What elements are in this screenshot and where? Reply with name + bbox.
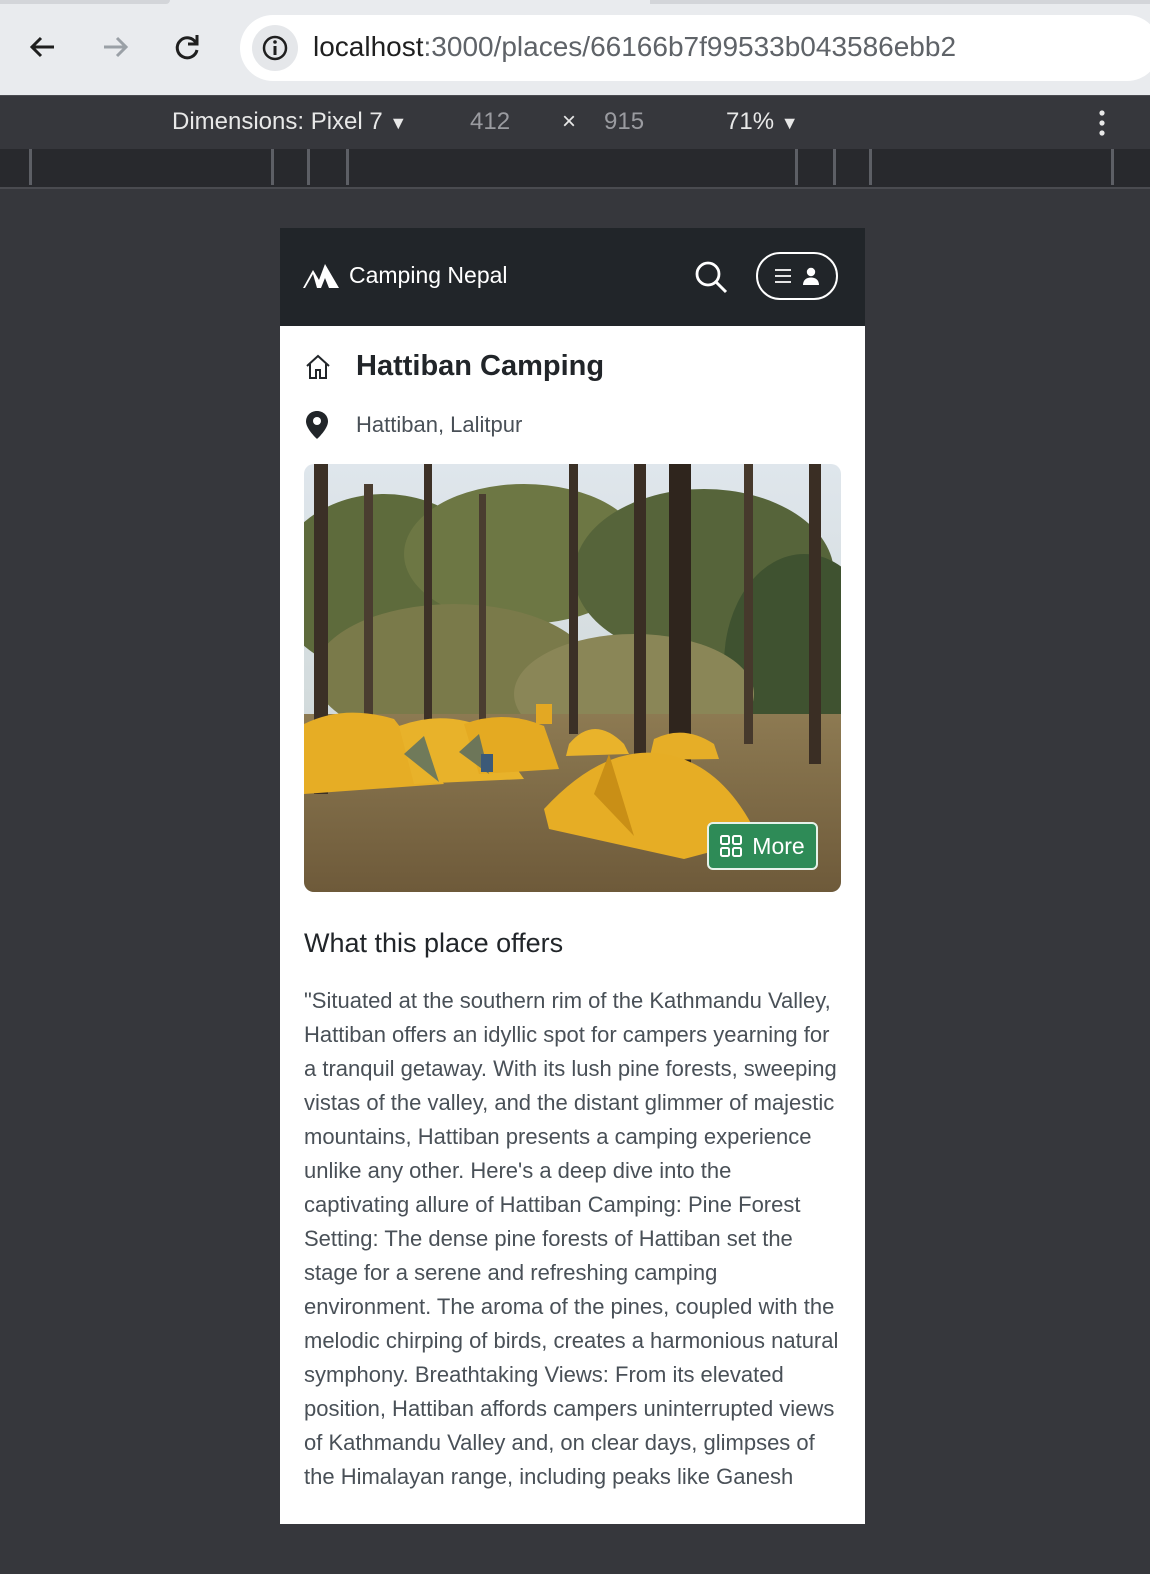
page-title: Hattiban Camping — [356, 350, 605, 382]
hamburger-icon — [775, 269, 791, 283]
arrow-right-icon — [104, 36, 129, 58]
address-bar[interactable]: localhost:3000/places/66166b7f99533b0435… — [240, 15, 1150, 81]
user-menu-button[interactable] — [756, 252, 838, 300]
ruler-tick — [833, 149, 836, 185]
offers-heading: What this place offers — [304, 928, 564, 958]
arrow-left-icon — [29, 36, 54, 58]
ruler-tick — [795, 149, 798, 185]
ruler-tick — [869, 149, 872, 185]
zoom-select[interactable]: 71% ▼ — [726, 108, 799, 136]
device-viewport: Camping Nepal Hattiban Camping Hattiban,… — [280, 228, 865, 1524]
device-toolbar: Dimensions: Pixel 7 ▼ 412 × 915 71% ▼ — [0, 95, 1150, 150]
tab-strip-edge — [650, 0, 1150, 4]
url-host: localhost — [313, 31, 424, 62]
title-row: Hattiban Camping — [304, 350, 604, 383]
browser-toolbar: localhost:3000/places/66166b7f99533b0435… — [0, 0, 1150, 95]
caret-down-icon: ▼ — [780, 113, 799, 133]
caret-down-icon: ▼ — [389, 113, 408, 133]
ruler-tick — [271, 149, 274, 185]
more-photos-button[interactable]: More — [707, 822, 818, 870]
media-query-ruler — [0, 149, 1150, 189]
mountain-logo-icon — [303, 263, 339, 288]
info-icon — [262, 35, 288, 61]
tab-strip-edge — [0, 0, 170, 4]
ruler-tick — [1111, 149, 1114, 185]
more-options-icon[interactable] — [1094, 108, 1110, 138]
width-input[interactable]: 412 — [470, 108, 510, 136]
back-button[interactable] — [20, 24, 66, 70]
grid-icon — [720, 835, 743, 857]
site-navbar: Camping Nepal — [280, 228, 865, 326]
more-photos-label: More — [752, 832, 805, 859]
house-icon — [306, 354, 330, 379]
place-description: "Situated at the southern rim of the Kat… — [304, 988, 839, 1489]
device-select[interactable]: Dimensions: Pixel 7 ▼ — [172, 108, 407, 136]
map-pin-icon — [306, 411, 328, 439]
reload-button[interactable] — [164, 24, 210, 70]
site-info-button[interactable] — [252, 25, 298, 71]
times-separator: × — [562, 108, 577, 135]
brand-name: Camping Nepal — [349, 262, 508, 288]
brand-link[interactable]: Camping Nepal — [303, 262, 508, 289]
search-icon[interactable] — [694, 260, 728, 294]
device-select-label: Dimensions: Pixel 7 — [172, 108, 383, 135]
location-text: Hattiban, Lalitpur — [356, 412, 523, 437]
height-input[interactable]: 915 — [604, 108, 644, 136]
ruler-tick — [29, 149, 32, 185]
location-row: Hattiban, Lalitpur — [304, 410, 522, 440]
reload-icon — [175, 35, 199, 60]
url-path: :3000/places/66166b7f99533b043586ebb2 — [423, 31, 957, 62]
forward-button[interactable] — [92, 24, 138, 70]
url-text: localhost:3000/places/66166b7f99533b0435… — [313, 31, 956, 63]
zoom-label: 71% — [726, 108, 775, 135]
user-icon — [803, 267, 819, 285]
ruler-tick — [307, 149, 310, 185]
ruler-tick — [346, 149, 349, 185]
